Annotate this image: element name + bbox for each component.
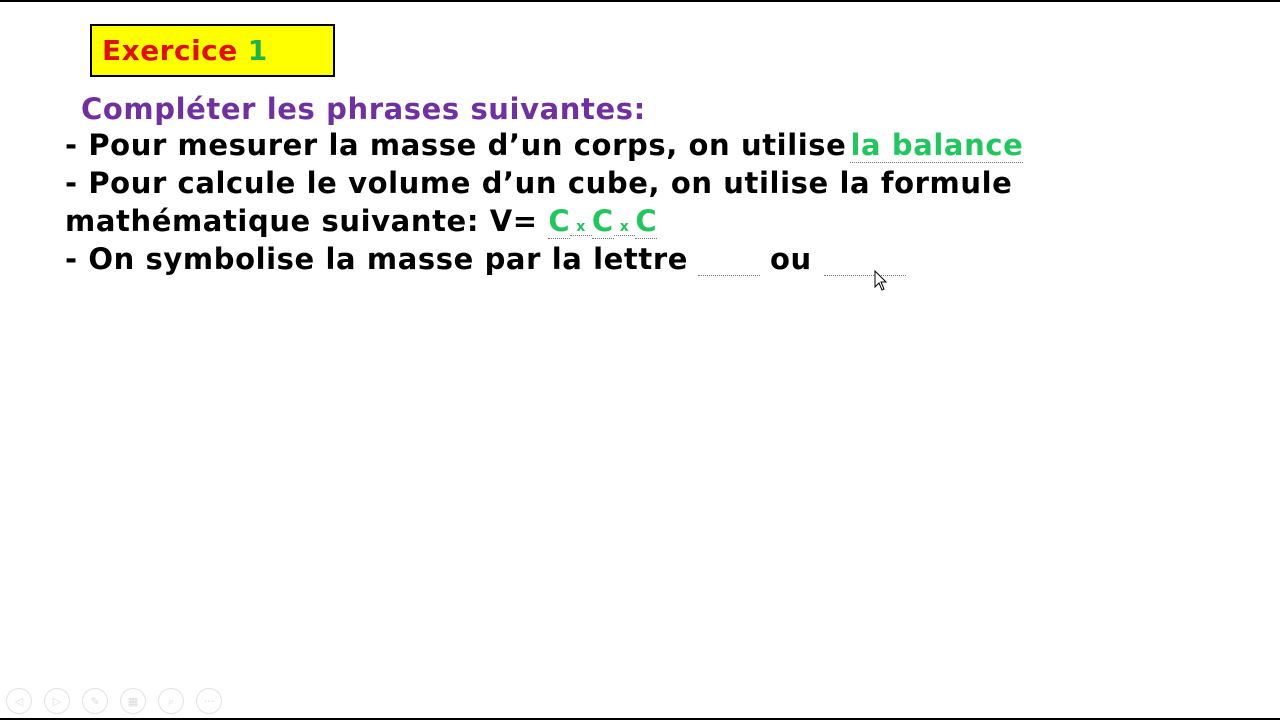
mouse-cursor-icon [874, 270, 888, 291]
exercise-title-box: Exercice 1 [90, 24, 335, 77]
formula-c-3: C [635, 204, 658, 239]
blank-field-2 [823, 247, 906, 276]
sentence-2-text: - Pour calcule le volume d’un cube, on u… [65, 166, 1013, 200]
sentence-1: - Pour mesurer la masse d’un corps, on u… [65, 128, 1024, 163]
pen-icon: ✎ [90, 694, 100, 708]
formula-c-2: C [591, 204, 614, 239]
sentence-1-text: - Pour mesurer la masse d’un corps, on u… [65, 128, 847, 162]
formula-times-2: x [613, 219, 636, 236]
next-slide-button[interactable]: ▷ [44, 688, 70, 714]
next-icon: ▷ [52, 694, 62, 708]
previous-slide-button[interactable]: ◁ [6, 688, 32, 714]
formula-times-1: x [570, 219, 592, 236]
see-all-slides-button[interactable]: ▦ [120, 688, 146, 714]
sentence-3-text: - On symbolise la masse par la lettre [65, 242, 689, 276]
answer-balance: la balance [850, 128, 1024, 163]
slide-canvas: Exercice 1 Compléter les phrases suivant… [0, 0, 1280, 720]
exercise-title-word: Exercice [102, 34, 238, 67]
zoom-icon: ⌕ [167, 694, 175, 708]
previous-icon: ◁ [14, 694, 24, 708]
sentence-3-or: ou [770, 242, 812, 276]
sentence-2: - Pour calcule le volume d’un cube, on u… [65, 166, 1012, 200]
more-options-icon: ··· [203, 694, 215, 708]
zoom-button[interactable]: ⌕ [158, 688, 184, 714]
blank-field-1 [698, 247, 761, 276]
slideshow-controls: ◁ ▷ ✎ ▦ ⌕ ··· [6, 688, 222, 714]
more-options-button[interactable]: ··· [196, 688, 222, 714]
slides-grid-icon: ▦ [127, 694, 139, 708]
exercise-title-number: 1 [247, 34, 268, 67]
formula-prefix: mathématique suivante: V= [65, 204, 538, 238]
formula-c-1: C [548, 204, 571, 239]
sentence-2-continued: mathématique suivante: V= CxCxC [65, 204, 658, 239]
sentence-3: - On symbolise la masse par la lettre ou [65, 242, 906, 276]
pen-tool-button[interactable]: ✎ [82, 688, 108, 714]
instruction-heading: Compléter les phrases suivantes: [81, 92, 646, 126]
